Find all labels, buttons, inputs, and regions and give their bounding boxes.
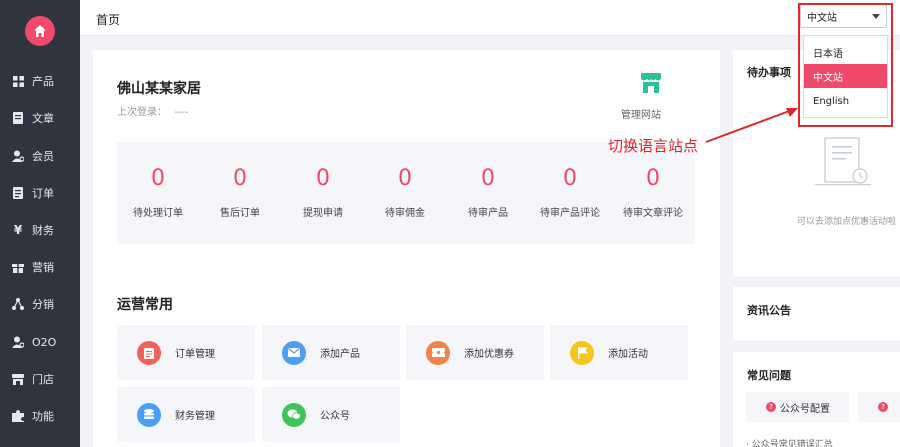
flag-icon	[570, 340, 594, 365]
puzzle-icon	[12, 410, 24, 422]
operations-title: 运营常用	[117, 297, 173, 313]
sidebar-item-o2o[interactable]: O2O	[0, 331, 80, 353]
clipboard-icon	[137, 340, 161, 365]
sidebar-item-label: 会员	[32, 150, 54, 163]
finance-management-button[interactable]: 财务管理	[117, 387, 255, 442]
stat-value: 0	[398, 166, 412, 191]
question-icon: ?	[766, 402, 776, 412]
user-icon	[12, 150, 24, 162]
ticket-icon	[426, 340, 450, 365]
sidebar-item-marketing[interactable]: 营销	[0, 256, 80, 278]
sidebar-item-label: 产品	[32, 75, 54, 88]
stat-pending-products[interactable]: 0 待审产品	[447, 142, 529, 244]
add-product-button[interactable]: 添加产品	[262, 325, 400, 380]
sidebar-item-articles[interactable]: 文章	[0, 107, 80, 129]
storefront-icon	[640, 73, 661, 93]
op-label: 添加活动	[608, 349, 648, 360]
op-label: 添加优惠券	[464, 349, 514, 360]
stat-commission[interactable]: 0 待审佣金	[364, 142, 446, 244]
stat-value: 0	[646, 166, 660, 191]
last-login: 上次登录： ----	[117, 103, 189, 118]
annotation-arrow-icon	[705, 108, 798, 143]
order-management-button[interactable]: 订单管理	[117, 325, 255, 380]
sidebar-item-label: 营销	[32, 261, 54, 274]
manage-site-label: 管理网站	[621, 110, 661, 121]
share-icon	[12, 298, 24, 310]
sidebar-item-label: 功能	[32, 410, 54, 423]
stat-label: 待审文章评论	[623, 208, 683, 219]
faq-button-label: 公众号配置	[780, 403, 830, 415]
stat-pending-orders[interactable]: 0 待处理订单	[117, 142, 199, 244]
highlight-frame	[798, 3, 893, 127]
stat-value: 0	[233, 166, 247, 191]
last-login-value: ----	[174, 107, 189, 118]
stats-panel: 0 待处理订单 0 售后订单 0 提现申请 0 待审佣金 0 待审产品 0 待审…	[117, 142, 695, 244]
op-label: 财务管理	[175, 411, 215, 422]
shop-name: 佛山某某家居	[117, 81, 201, 97]
document-icon	[12, 112, 24, 124]
stat-value: 0	[316, 166, 330, 191]
sidebar-item-label: 订单	[32, 187, 54, 200]
user-pin-icon	[12, 336, 24, 348]
stat-label: 待审产品评论	[540, 208, 600, 219]
gift-icon	[12, 261, 24, 273]
todo-empty-text: 可以去添加点优惠活动啦	[797, 217, 897, 227]
list-icon	[12, 187, 24, 199]
sidebar-item-orders[interactable]: 订单	[0, 182, 80, 204]
faq-title: 常见问题	[747, 369, 791, 382]
store-icon	[12, 373, 24, 385]
todo-title: 待办事项	[747, 66, 791, 79]
op-label: 公众号	[320, 411, 350, 422]
yen-icon: ¥	[13, 223, 23, 237]
manage-site-button[interactable]: 管理网站	[611, 72, 671, 121]
stat-label: 提现申请	[303, 208, 343, 219]
sidebar-item-label: O2O	[32, 335, 57, 349]
news-title[interactable]: 资讯公告	[747, 302, 791, 318]
official-account-button[interactable]: 公众号	[262, 387, 400, 442]
add-coupon-button[interactable]: 添加优惠券	[406, 325, 544, 380]
dashboard-card: 佛山某某家居 上次登录： ---- 管理网站 0 待处理订单 0 售后订单 0 …	[93, 50, 720, 447]
stat-after-sales[interactable]: 0 售后订单	[199, 142, 281, 244]
sidebar-item-members[interactable]: 会员	[0, 145, 80, 167]
stat-product-reviews[interactable]: 0 待审产品评论	[529, 142, 611, 244]
stat-label: 待审产品	[468, 208, 508, 219]
sidebar-item-label: 财务	[32, 224, 54, 237]
stat-label: 售后订单	[220, 208, 260, 219]
breadcrumb[interactable]: 首页	[96, 11, 120, 28]
question-icon: ?	[878, 402, 888, 412]
sidebar-item-label: 文章	[32, 112, 54, 125]
op-label: 订单管理	[175, 349, 215, 360]
stat-value: 0	[481, 166, 495, 191]
stat-article-reviews[interactable]: 0 待审文章评论	[612, 142, 694, 244]
sidebar-item-stores[interactable]: 门店	[0, 368, 80, 390]
sidebar-item-label: 分销	[32, 298, 54, 311]
news-panel: 资讯公告	[733, 287, 900, 340]
stat-withdrawals[interactable]: 0 提现申请	[282, 142, 364, 244]
home-icon[interactable]	[25, 16, 55, 46]
sidebar-item-functions[interactable]: 功能	[0, 405, 80, 427]
faq-button-second[interactable]: ?	[858, 392, 900, 422]
stat-value: 0	[151, 166, 165, 191]
stat-label: 待处理订单	[133, 208, 183, 219]
op-label: 添加产品	[320, 349, 360, 360]
wechat-icon	[282, 402, 306, 427]
sidebar: 产品 文章 会员 订单 ¥ 财务 营销 分销 O2O 门店 功能	[0, 0, 80, 447]
sidebar-item-finance[interactable]: ¥ 财务	[0, 219, 80, 241]
database-icon	[137, 402, 161, 427]
last-login-label: 上次登录：	[117, 107, 167, 118]
faq-item[interactable]: · 公众号常见错误汇总	[746, 437, 833, 447]
empty-document-icon	[815, 137, 871, 186]
add-activity-button[interactable]: 添加活动	[550, 325, 688, 380]
annotation-text: 切换语言站点	[608, 137, 699, 155]
sidebar-item-label: 门店	[32, 373, 54, 386]
stat-label: 待审佣金	[385, 208, 425, 219]
faq-button-official-account[interactable]: ? 公众号配置	[746, 392, 849, 422]
top-bar: 首页	[80, 0, 900, 36]
stat-value: 0	[563, 166, 577, 191]
sidebar-item-distribution[interactable]: 分销	[0, 293, 80, 315]
grid-icon	[12, 75, 24, 87]
mail-icon	[282, 340, 306, 365]
sidebar-item-products[interactable]: 产品	[0, 70, 80, 92]
